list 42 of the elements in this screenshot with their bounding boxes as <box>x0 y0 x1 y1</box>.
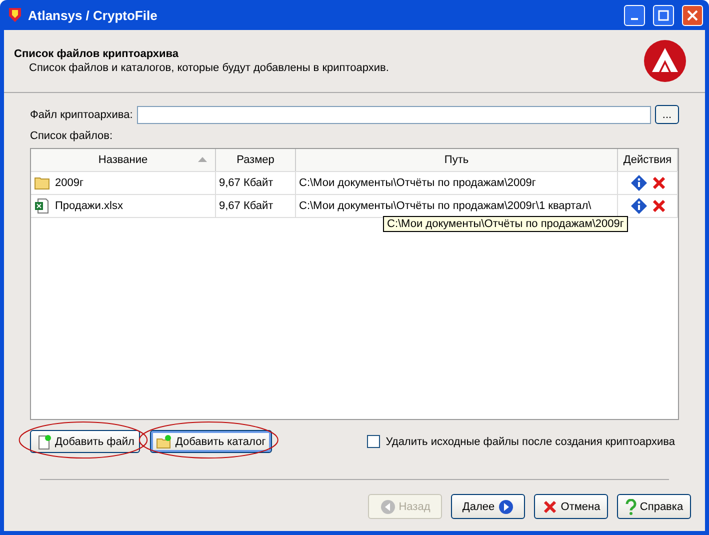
help-button[interactable]: Справка <box>617 494 691 519</box>
maximize-button[interactable] <box>653 4 674 26</box>
folder-icon <box>34 176 50 190</box>
new-folder-icon <box>156 434 172 450</box>
column-header[interactable]: Размер <box>216 149 296 171</box>
table-cell: C:\Мои документы\Отчёты по продажам\2009г <box>296 172 618 194</box>
delete-icon[interactable] <box>652 177 664 189</box>
next-button[interactable]: Далее <box>451 494 525 519</box>
files-list-label: Список файлов: <box>30 130 114 142</box>
file-name: Продажи.xlsx <box>55 200 123 212</box>
cancel-button[interactable]: Отмена <box>534 494 608 519</box>
window-title: Atlansys / CryptoFile <box>28 8 158 22</box>
close-button[interactable] <box>682 4 703 26</box>
page-title: Список файлов криптоархива <box>14 48 180 60</box>
column-header[interactable]: Путь <box>296 149 618 171</box>
column-header[interactable]: Действия <box>618 149 678 171</box>
maximize-icon <box>658 10 669 20</box>
archive-file-label: Файл криптоархива: <box>30 108 133 120</box>
table-cell: 9,67 Кбайт <box>216 172 296 194</box>
archive-file-field[interactable] <box>136 106 651 124</box>
file-name: 2009г <box>55 177 84 189</box>
column-header[interactable]: Название <box>31 149 216 171</box>
checkbox[interactable] <box>366 435 380 448</box>
question-mark-icon <box>624 498 637 514</box>
info-icon[interactable] <box>630 198 646 214</box>
close-icon <box>542 498 558 514</box>
logo-icon <box>643 39 687 83</box>
table-cell: 9,67 Кбайт <box>216 195 296 217</box>
page-subtitle: Список файлов и каталогов, которые будут добавлены в криптоархив. <box>28 62 390 74</box>
add-file-button[interactable]: Добавить файл <box>30 430 140 453</box>
minimize-button[interactable] <box>624 4 645 26</box>
new-file-icon <box>36 434 52 450</box>
add-folder-button[interactable]: Добавить каталог <box>150 430 272 453</box>
delete-icon[interactable] <box>652 200 664 212</box>
app-logo-icon <box>8 7 22 23</box>
spreadsheet-icon <box>34 198 50 214</box>
info-icon[interactable] <box>630 175 646 191</box>
checkbox-label[interactable]: Удалить исходные файлы после создания криптоархива <box>386 436 675 448</box>
close-icon <box>687 10 698 20</box>
browse-button[interactable]: ... <box>655 105 679 124</box>
tooltip: C:\Мои документы\Отчёты по продажам\2009г <box>383 216 628 232</box>
minimize-icon <box>631 18 638 20</box>
